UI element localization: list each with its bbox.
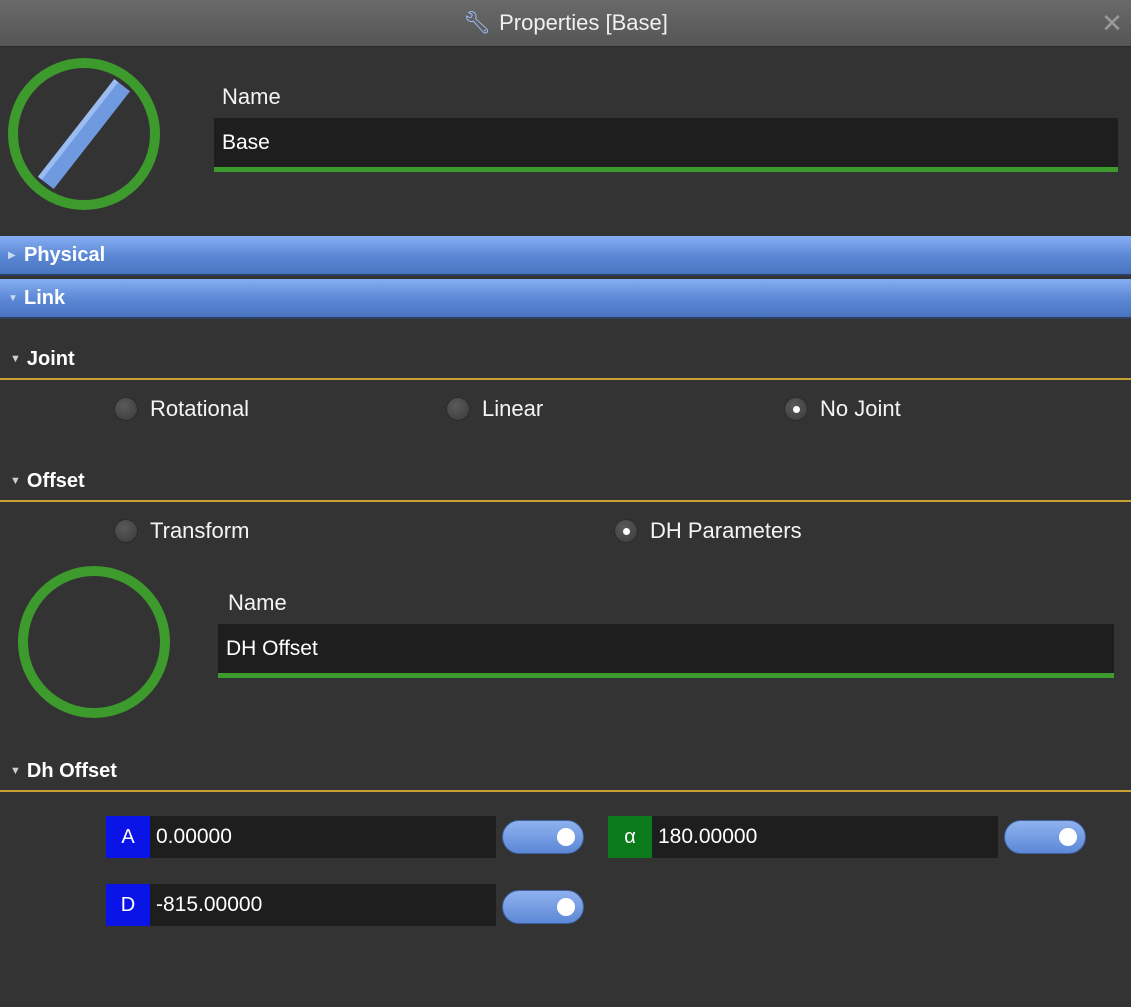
radio-no-joint[interactable]: No Joint [784,396,901,422]
param-d-input[interactable]: -815.00000 [150,884,496,926]
section-dh-offset-label: Dh Offset [26,759,117,782]
section-offset[interactable]: ▼ Offset [0,462,1131,502]
param-alpha-input[interactable]: 180.00000 [652,816,998,858]
collapse-arrow-icon: ▼ [10,475,21,487]
name-input[interactable]: Base [214,118,1118,172]
toggle-knob [1059,828,1077,846]
param-alpha-toggle[interactable] [1004,820,1086,854]
section-link[interactable]: ▼ Link [0,279,1131,319]
window-title-text: Properties [Base] [499,10,668,35]
param-d-toggle[interactable] [502,890,584,924]
param-a-input[interactable]: 0.00000 [150,816,496,858]
radio-linear-label: Linear [482,396,544,421]
close-icon[interactable]: ✕ [1099,8,1125,38]
toggle-knob [557,828,575,846]
radio-dot-checked [784,397,808,421]
expand-arrow-icon: ▶ [8,249,16,261]
window-title: 🔧︎ Properties [Base] [0,0,1131,46]
name-label: Name [222,84,281,109]
title-bar: 🔧︎ Properties [Base] ✕ [0,0,1131,47]
radio-rotational[interactable]: Rotational [114,396,249,422]
param-d-tag: D [106,884,150,926]
section-physical[interactable]: ▶ Physical [0,236,1131,276]
section-physical-label: Physical [24,243,106,266]
radio-dot [446,397,470,421]
radio-dh-parameters[interactable]: DH Parameters [614,518,802,544]
radio-dot-checked [614,519,638,543]
radio-transform-label: Transform [150,518,250,543]
offset-name-label: Name [228,590,287,615]
radio-dot [114,397,138,421]
param-a-tag: A [106,816,150,858]
section-offset-label: Offset [26,469,85,492]
toggle-knob [557,898,575,916]
link-avatar-icon [8,58,160,210]
section-link-label: Link [24,286,66,309]
radio-no-joint-label: No Joint [820,396,901,421]
radio-dot [114,519,138,543]
param-a-toggle[interactable] [502,820,584,854]
radio-linear[interactable]: Linear [446,396,543,422]
offset-avatar-icon [18,566,170,718]
collapse-arrow-icon: ▼ [10,353,21,365]
collapse-arrow-icon: ▼ [8,292,18,304]
radio-transform[interactable]: Transform [114,518,249,544]
collapse-arrow-icon: ▼ [10,765,21,777]
section-joint[interactable]: ▼ Joint [0,340,1131,380]
section-dh-offset[interactable]: ▼ Dh Offset [0,752,1131,792]
param-alpha-tag: α [608,816,652,858]
section-joint-label: Joint [26,347,75,370]
offset-name-input[interactable]: DH Offset [218,624,1114,678]
wrench-icon: 🔧︎ [463,10,492,35]
radio-rotational-label: Rotational [150,396,250,421]
radio-dh-parameters-label: DH Parameters [650,518,802,543]
